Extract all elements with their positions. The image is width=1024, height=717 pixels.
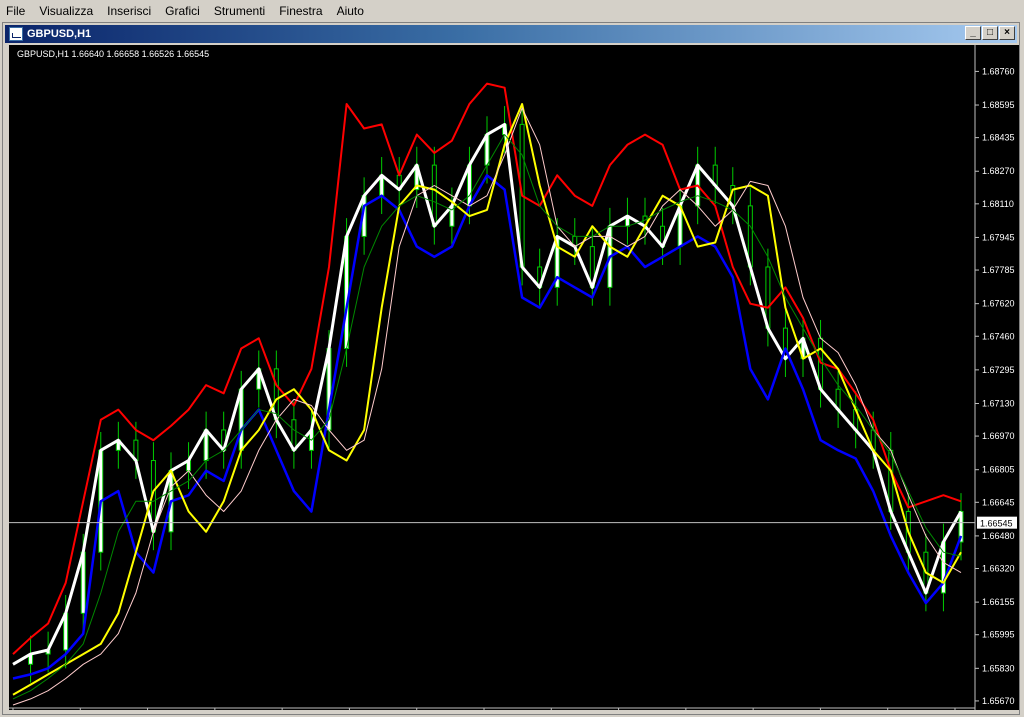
y-tick-label: 1.68435 [982,133,1015,143]
y-tick-label: 1.68760 [982,66,1015,76]
window-title: GBPUSD,H1 [27,28,92,40]
chart-info-line: GBPUSD,H1 1.66640 1.66658 1.66526 1.6654… [17,49,210,59]
menu-item-strumenti[interactable]: Strumenti [208,4,273,18]
y-tick-label: 1.67620 [982,299,1015,309]
menu-item-aiuto[interactable]: Aiuto [331,4,372,18]
y-tick-label: 1.66805 [982,465,1015,475]
y-tick-label: 1.67295 [982,365,1015,375]
restore-button[interactable]: □ [982,26,998,40]
menu-item-grafici[interactable]: Grafici [159,4,208,18]
y-tick-label: 1.65670 [982,696,1015,706]
y-tick-label: 1.66970 [982,431,1015,441]
y-tick-label: 1.65995 [982,630,1015,640]
series-line-signal [12,103,962,696]
series-line-lower [12,174,963,680]
y-tick-label: 1.68270 [982,166,1015,176]
y-tick-label: 1.68110 [982,199,1014,209]
menu-bar: File Visualizza Inserisci Grafici Strumenti F… [0,0,1024,21]
y-tick-label: 1.67785 [982,265,1015,275]
y-tick-label: 1.67460 [982,331,1015,341]
series-line-close [12,122,963,666]
y-tick-label: 1.66645 [982,497,1015,507]
y-tick-label: 1.67945 [982,232,1015,242]
chart-svg: 1.68760 1.68595 1.68435 1.68270 1.68110 1.679… [9,45,1017,710]
price-chart[interactable]: 1.68760 1.68595 1.68435 1.68270 1.68110 1.679… [9,45,1019,710]
menu-item-file[interactable]: File [0,4,33,18]
y-tick-label: 1.66480 [982,531,1015,541]
menu-item-inserisci[interactable]: Inserisci [101,4,159,18]
window-titlebar[interactable]: GBPUSD,H1 _ □ × [5,25,1017,43]
y-tick-label: 1.66155 [982,597,1015,607]
menu-item-finestra[interactable]: Finestra [273,4,330,18]
chart-window: GBPUSD,H1 _ □ × 1.68760 1.68595 1.68435 1.6… [2,22,1020,715]
chart-window-icon [9,27,23,41]
y-tick-label: 1.68595 [982,100,1015,110]
series-line-green [12,134,962,700]
y-tick-label: 1.65830 [982,663,1015,673]
menu-item-visualizza[interactable]: Visualizza [33,4,101,18]
close-button[interactable]: × [999,26,1015,40]
y-tick-label: 1.67130 [982,398,1015,408]
minimize-button[interactable]: _ [965,26,981,40]
series-line-slow [12,107,962,706]
current-price-label: 1.66545 [980,519,1013,529]
y-tick-label: 1.66320 [982,564,1015,574]
